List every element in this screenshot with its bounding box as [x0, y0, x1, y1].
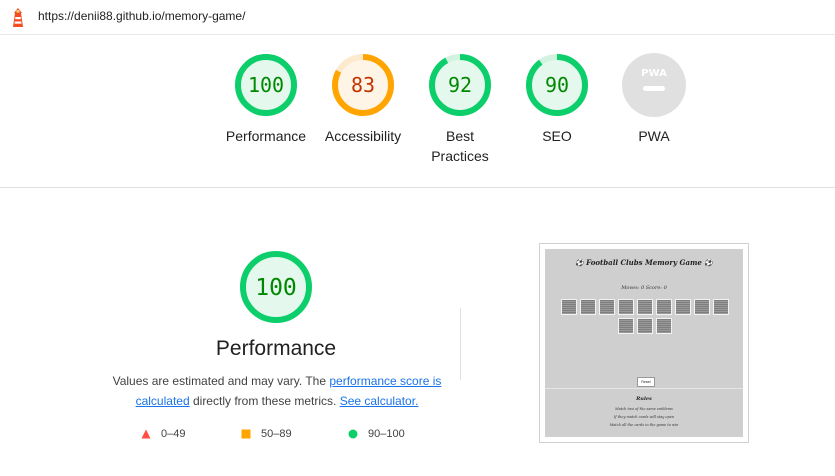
gauge-score: 90 — [545, 73, 569, 97]
performance-gauge-large: 100 — [240, 251, 312, 323]
gauge-label: SEO — [542, 128, 572, 144]
screenshot-score: Moves: 0 Score: 0 — [621, 285, 667, 291]
memory-card — [694, 299, 710, 315]
screenshot-rule: Match all the cards in the game to win — [609, 423, 679, 427]
legend-range: 0–49 — [161, 428, 186, 440]
card-row — [553, 299, 737, 315]
memory-card — [637, 299, 653, 315]
legend-average: 50–89 — [241, 428, 292, 440]
memory-card — [637, 318, 653, 334]
performance-title: Performance — [215, 337, 337, 360]
gauge-score: 83 — [351, 73, 375, 97]
screenshot-rule: Match two of the same emblems — [615, 407, 673, 411]
circle-icon — [348, 429, 358, 439]
see-calculator-link[interactable]: See calculator. — [340, 394, 419, 408]
triangle-icon — [141, 429, 151, 439]
memory-card — [675, 299, 691, 315]
performance-score-large: 100 — [255, 275, 297, 301]
description-text: Values are estimated and may vary. The — [112, 374, 330, 388]
screenshot-divider — [545, 388, 743, 389]
screenshot-reset-button: Reset — [637, 377, 655, 387]
screenshot-title: ⚽ Football Clubs Memory Game ⚽ — [574, 258, 714, 267]
card-row — [553, 318, 737, 334]
screenshot-rules-title: Rules — [636, 396, 652, 402]
performance-description: Values are estimated and may vary. The p… — [110, 371, 444, 411]
screenshot-rule: If they match cards will stay open — [613, 415, 675, 419]
gauge-ring: 92 — [429, 54, 491, 116]
gauge-pwa[interactable]: PWA PWA — [599, 52, 709, 146]
gauge-label: Performance — [225, 128, 307, 144]
screenshot-canvas: ⚽ Football Clubs Memory Game ⚽ Moves: 0 … — [545, 249, 743, 437]
lighthouse-icon — [13, 8, 23, 27]
memory-card — [656, 299, 672, 315]
page-screenshot-thumbnail[interactable]: ⚽ Football Clubs Memory Game ⚽ Moves: 0 … — [539, 243, 749, 443]
gauge-label: Best Practices — [431, 128, 489, 164]
gauge-ring: 100 — [235, 54, 297, 116]
page-url: https://denii88.github.io/memory-game/ — [38, 9, 246, 23]
gauge-performance[interactable]: 100 Performance — [211, 52, 321, 146]
memory-card — [561, 299, 577, 315]
memory-card — [618, 299, 634, 315]
legend-range: 90–100 — [368, 428, 405, 440]
gauge-seo[interactable]: 90 SEO — [502, 52, 612, 146]
legend-range: 50–89 — [261, 428, 292, 440]
square-icon — [241, 429, 251, 439]
memory-card — [656, 318, 672, 334]
memory-card — [713, 299, 729, 315]
legend-fail: 0–49 — [141, 428, 185, 440]
memory-card — [580, 299, 596, 315]
gauge-label: PWA — [638, 128, 670, 144]
gauge-ring: 83 — [332, 54, 394, 116]
gauge-label: Accessibility — [324, 128, 402, 144]
gauge-ring: 90 — [526, 54, 588, 116]
gauge-score: 92 — [448, 73, 472, 97]
section-divider — [0, 187, 835, 188]
pwa-badge-icon: PWA — [622, 53, 686, 117]
gauge-best-practices[interactable]: 92 Best Practices — [405, 52, 515, 166]
memory-card — [599, 299, 615, 315]
legend-pass: 90–100 — [348, 428, 405, 440]
gauge-accessibility[interactable]: 83 Accessibility — [308, 52, 418, 146]
pwa-dash — [643, 86, 665, 91]
memory-card — [618, 318, 634, 334]
vertical-divider — [460, 308, 461, 380]
gauge-score: 100 — [248, 73, 284, 97]
description-text: directly from these metrics. — [189, 394, 340, 408]
url-bar: https://denii88.github.io/memory-game/ — [0, 0, 835, 35]
pwa-badge-text: PWA — [641, 68, 667, 79]
card-grid — [553, 299, 737, 337]
